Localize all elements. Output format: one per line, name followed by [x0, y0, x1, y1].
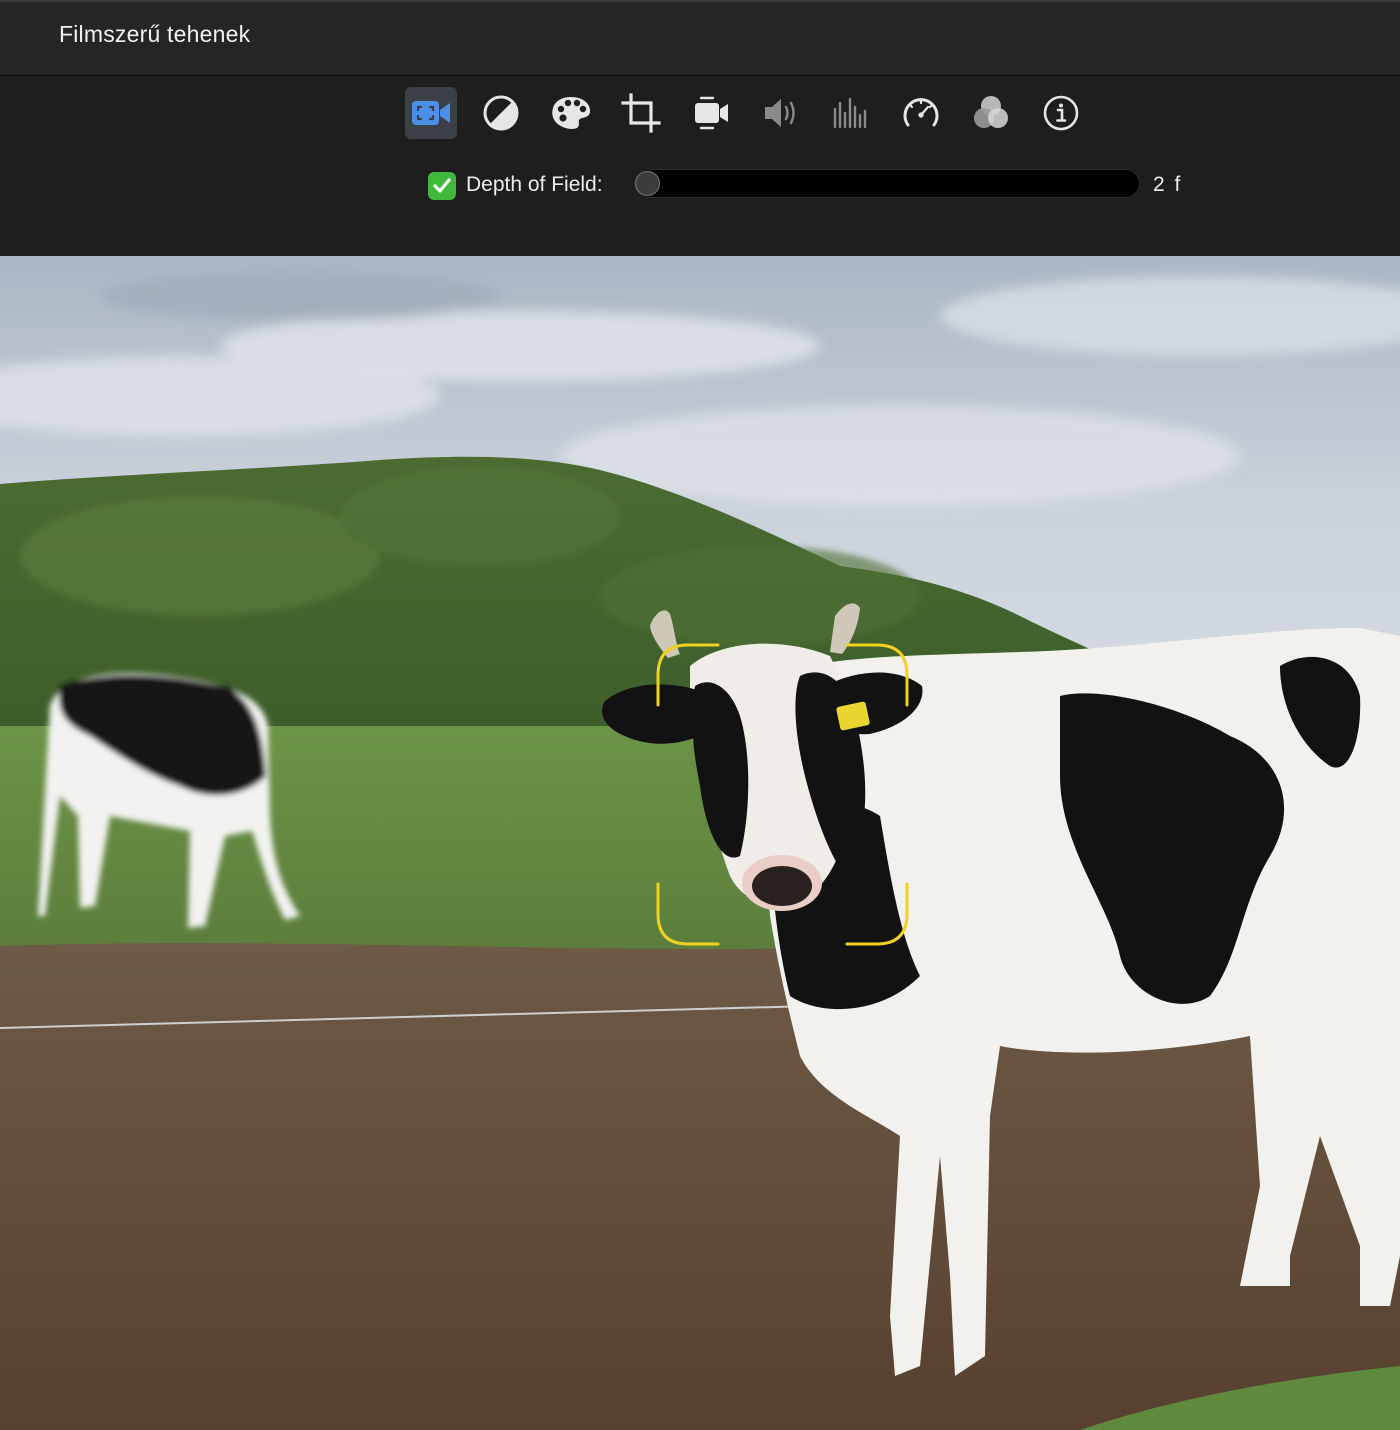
- depth-of-field-value: 2 f: [1153, 173, 1181, 196]
- stabilization-icon: [695, 96, 728, 130]
- focus-indicator[interactable]: [656, 643, 909, 946]
- crop-button[interactable]: [615, 87, 667, 139]
- depth-of-field-checkbox[interactable]: [428, 172, 456, 200]
- depth-of-field-label: Depth of Field:: [466, 173, 603, 196]
- title-bar: Filmszerű tehenek: [0, 0, 1400, 76]
- speaker-icon: [765, 99, 795, 127]
- depth-of-field-row: Depth of Field: 2 f: [0, 169, 1400, 205]
- speedometer-icon: [903, 98, 939, 127]
- color-correction-button[interactable]: [545, 87, 597, 139]
- depth-of-field-slider-thumb[interactable]: [635, 171, 660, 196]
- stabilization-button[interactable]: [685, 87, 737, 139]
- cinematic-camera-button[interactable]: [405, 87, 457, 139]
- speed-button[interactable]: [895, 87, 947, 139]
- filter-circles-icon: [974, 96, 1008, 128]
- crop-icon: [621, 93, 661, 133]
- volume-button[interactable]: [755, 87, 807, 139]
- equalizer-icon: [833, 97, 867, 129]
- palette-icon: [552, 97, 591, 129]
- adjustments-bar: Depth of Field: 2 f: [0, 77, 1400, 255]
- cinematic-camera-icon: [412, 101, 450, 125]
- video-viewer[interactable]: [0, 256, 1400, 1430]
- color-balance-icon: [483, 95, 519, 131]
- info-icon: [1043, 95, 1079, 131]
- noise-reduction-button[interactable]: [825, 87, 877, 139]
- color-balance-button[interactable]: [475, 87, 527, 139]
- clip-filter-button[interactable]: [965, 87, 1017, 139]
- clip-title: Filmszerű tehenek: [59, 21, 251, 47]
- checkmark-icon: [433, 178, 451, 193]
- depth-of-field-slider[interactable]: [634, 169, 1140, 198]
- clip-info-button[interactable]: [1035, 87, 1087, 139]
